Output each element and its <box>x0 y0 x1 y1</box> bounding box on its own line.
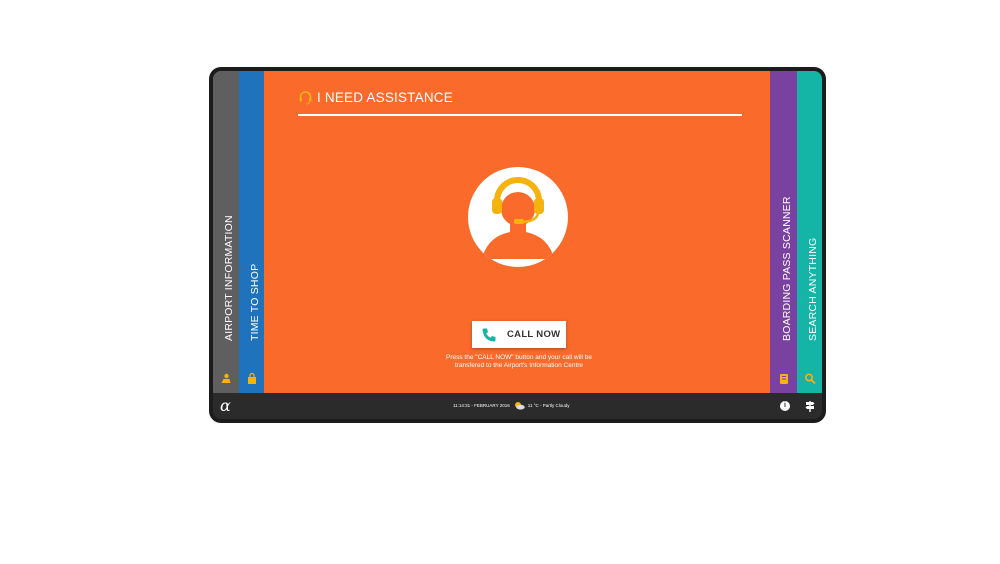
person-location-icon <box>221 373 232 387</box>
tab-search-anything-label: SEARCH ANYTHING <box>806 237 819 341</box>
page-title: I NEED ASSISTANCE <box>298 90 453 105</box>
partly-cloudy-icon <box>514 402 525 410</box>
datetime: 11:14:31 - FEBRUARY 2016 <box>453 403 510 408</box>
status-bar: α 11:14:31 - FEBRUARY 2016 11 °C - Partl… <box>213 393 822 419</box>
headset-icon <box>299 91 312 105</box>
signpost-icon[interactable] <box>805 400 815 412</box>
title-divider <box>298 114 742 116</box>
phone-icon <box>482 328 496 341</box>
tab-time-to-shop[interactable]: TIME TO SHOP <box>239 71 264 393</box>
info-icon[interactable]: i <box>780 401 790 411</box>
tab-airport-information[interactable]: AIRPORT INFORMATION <box>213 71 239 393</box>
tab-search-anything[interactable]: SEARCH ANYTHING <box>797 71 822 393</box>
boarding-pass-icon <box>779 373 789 387</box>
weather: 11 °C - Partly Cloudy <box>527 403 570 408</box>
kiosk-device: AIRPORT INFORMATION TIME TO SHOP I NEED … <box>209 67 826 423</box>
alpha-logo: α <box>220 396 231 415</box>
assistance-panel: I NEED ASSISTANCE CALL NOW Press the "CA… <box>264 71 770 393</box>
tab-boarding-pass-scanner-label: BOARDING PASS SCANNER <box>780 196 793 341</box>
page-title-text: I NEED ASSISTANCE <box>317 90 453 105</box>
search-icon <box>804 373 816 387</box>
call-instructions: Press the "CALL NOW" button and your cal… <box>446 354 592 369</box>
call-now-button[interactable]: CALL NOW <box>472 321 566 348</box>
tab-airport-information-label: AIRPORT INFORMATION <box>223 215 235 341</box>
status-info: 11:14:31 - FEBRUARY 2016 11 °C - Partly … <box>453 401 570 410</box>
support-agent-icon <box>468 167 568 267</box>
tab-boarding-pass-scanner[interactable]: BOARDING PASS SCANNER <box>770 71 797 393</box>
tab-time-to-shop-label: TIME TO SHOP <box>248 263 261 341</box>
kiosk-screen: AIRPORT INFORMATION TIME TO SHOP I NEED … <box>213 71 822 419</box>
shopping-bag-icon <box>247 372 257 387</box>
call-now-label: CALL NOW <box>507 329 561 340</box>
